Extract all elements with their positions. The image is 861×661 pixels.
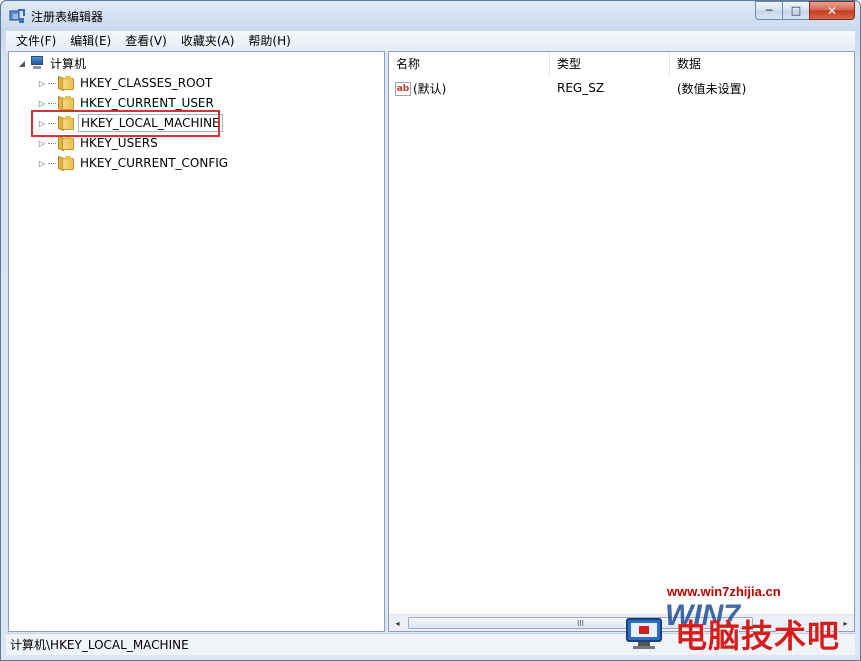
watermark-url: www.win7zhijia.cn: [667, 584, 781, 599]
column-header-data[interactable]: 数据: [670, 52, 854, 76]
tree-connector: [48, 162, 56, 164]
tree-node-label: HKEY_CURRENT_USER: [80, 96, 214, 110]
folder-icon: [58, 135, 74, 152]
value-name-cell: ab (默认): [389, 80, 550, 97]
regedit-window: 注册表编辑器 ─ □ ✕ 文件(F) 编辑(E) 查看(V) 收藏夹(A) 帮助…: [0, 0, 861, 661]
folder-icon: [58, 95, 74, 112]
menu-view[interactable]: 查看(V): [118, 31, 174, 51]
menu-edit[interactable]: 编辑(E): [63, 31, 118, 51]
value-name: (默认): [413, 81, 447, 96]
value-data-cell: (数值未设置): [677, 81, 747, 96]
window-title: 注册表编辑器: [31, 10, 104, 24]
scroll-grip-icon: III: [576, 618, 585, 628]
column-header-name[interactable]: 名称: [389, 52, 550, 76]
title-bar[interactable]: 注册表编辑器 ─ □ ✕: [1, 1, 860, 31]
minimize-button[interactable]: ─: [755, 1, 782, 20]
expand-arrow-icon[interactable]: ▷: [37, 138, 47, 148]
menu-file[interactable]: 文件(F): [6, 31, 63, 51]
tree-node-hkey-classes-root[interactable]: ▷ HKEY_CLASSES_ROOT: [37, 73, 214, 93]
folder-icon: [58, 155, 74, 172]
tree-node-label: 计算机: [50, 56, 87, 71]
tree-node-label: HKEY_USERS: [80, 136, 158, 150]
tree-connector: [48, 102, 56, 104]
expand-arrow-icon[interactable]: ▷: [37, 158, 47, 168]
expand-arrow-icon[interactable]: ▷: [37, 98, 47, 108]
computer-icon: [29, 56, 45, 70]
string-value-icon: ab: [395, 82, 411, 96]
list-item[interactable]: ab (默认) REG_SZ (数值未设置): [389, 78, 854, 98]
tree-connector: [48, 82, 56, 84]
menu-favorites[interactable]: 收藏夹(A): [174, 31, 242, 51]
menu-help[interactable]: 帮助(H): [241, 31, 297, 51]
value-type-cell: REG_SZ: [557, 81, 605, 95]
tree-node-label: HKEY_CLASSES_ROOT: [80, 76, 213, 90]
tree-node-computer[interactable]: ◢ 计算机: [17, 53, 88, 73]
value-list-pane[interactable]: 名称 类型 数据 ab (默认) REG_SZ (数值未设置) ◂ III ▸: [388, 51, 855, 632]
watermark-computer-icon: [626, 618, 662, 649]
minimize-icon: ─: [765, 4, 773, 17]
maximize-icon: □: [790, 4, 802, 17]
list-header: 名称 类型 数据: [389, 52, 854, 76]
tree-node-hkey-current-config[interactable]: ▷ HKEY_CURRENT_CONFIG: [37, 153, 230, 173]
watermark-brand: 电脑技术吧: [675, 617, 841, 655]
key-tree-pane[interactable]: ◢ 计算机 ▷ HKEY_CLASSES_ROOT ▷ HKEY_CURRENT…: [8, 51, 385, 632]
expand-arrow-icon[interactable]: ▷: [37, 78, 47, 88]
annotation-highlight-box: [31, 110, 220, 137]
close-button[interactable]: ✕: [809, 1, 855, 20]
tree-node-label: HKEY_CURRENT_CONFIG: [80, 156, 229, 170]
scroll-left-icon[interactable]: ◂: [389, 615, 406, 631]
regedit-app-icon: [9, 9, 25, 23]
menu-bar: 文件(F) 编辑(E) 查看(V) 收藏夹(A) 帮助(H): [6, 31, 855, 51]
folder-icon: [58, 75, 74, 92]
status-path: 计算机\HKEY_LOCAL_MACHINE: [10, 638, 189, 652]
column-header-type[interactable]: 类型: [550, 52, 670, 76]
collapse-arrow-icon[interactable]: ◢: [17, 58, 27, 68]
caption-buttons: ─ □ ✕: [755, 1, 855, 21]
maximize-button[interactable]: □: [782, 1, 809, 20]
close-icon: ✕: [826, 3, 838, 18]
tree-connector: [48, 142, 56, 144]
